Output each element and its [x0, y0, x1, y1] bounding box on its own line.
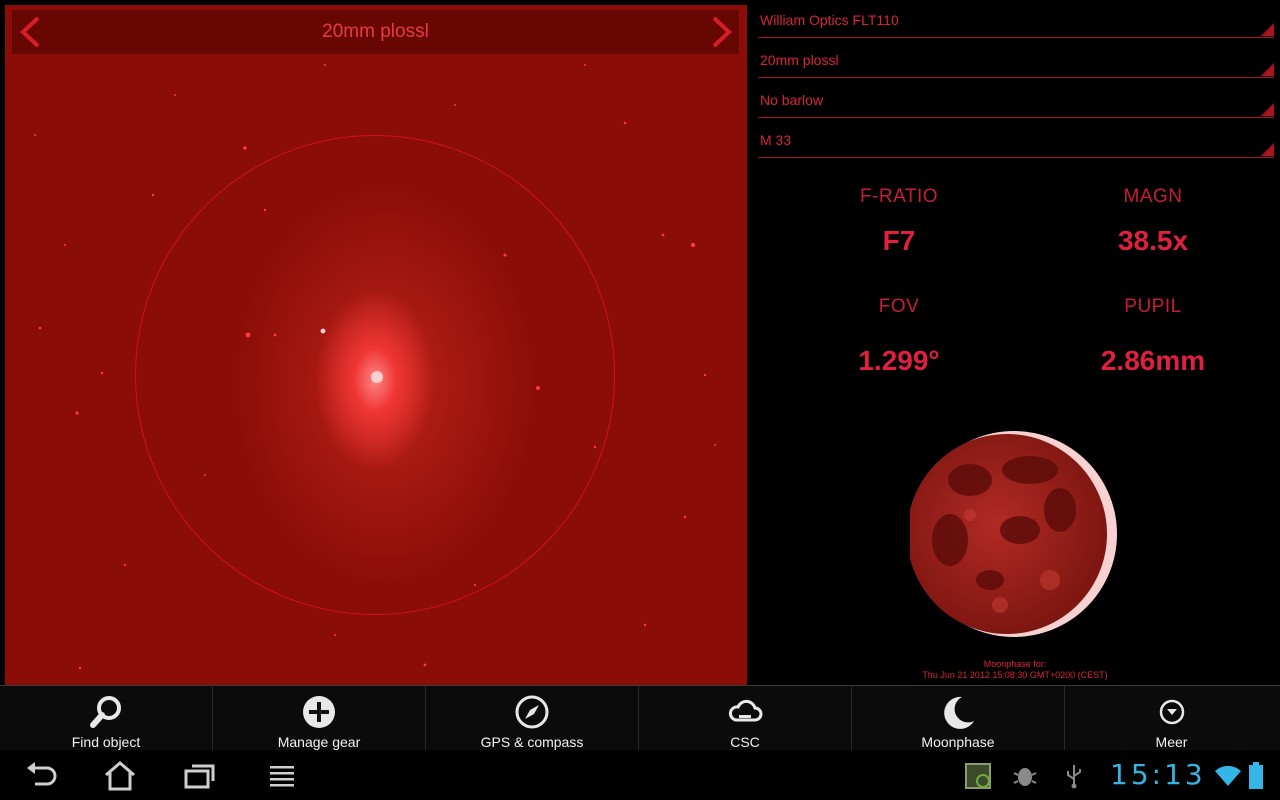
chevron-right-icon	[712, 16, 732, 48]
recent-apps-button[interactable]	[180, 760, 220, 792]
dropdown-triangle-icon	[1261, 23, 1274, 36]
eyepiece-header: 20mm plossl	[12, 10, 739, 54]
moonphase-button[interactable]: Moonphase	[852, 686, 1065, 751]
status-clock[interactable]: 15:13	[1110, 758, 1206, 791]
eyepiece-spinner[interactable]: 20mm plossl	[758, 40, 1274, 78]
dropdown-triangle-icon	[1261, 63, 1274, 76]
more-label: Meer	[1155, 734, 1188, 750]
barlow-value: No barlow	[760, 92, 824, 108]
target-value: M 33	[760, 132, 792, 148]
moon-image	[907, 430, 1118, 638]
home-icon	[105, 761, 135, 791]
compass-icon	[515, 695, 549, 729]
fov-value: 1.299°	[858, 345, 940, 376]
csc-label: CSC	[730, 734, 760, 750]
magn-value: 38.5x	[1117, 225, 1189, 256]
add-circle-icon	[303, 696, 335, 728]
fov-label: FOV	[878, 296, 920, 317]
f-ratio-value: F7	[882, 225, 916, 256]
sky-view[interactable]: 20mm plossl	[5, 5, 747, 685]
moonphase-caption-title: Moonphase for:	[983, 659, 1047, 669]
magn-label: MAGN	[1123, 186, 1183, 207]
manage-gear-label: Manage gear	[277, 734, 361, 750]
screenshot-icon	[965, 763, 991, 789]
overflow-icon	[1159, 699, 1184, 725]
battery-icon	[1249, 762, 1263, 789]
eyepiece-title: 20mm plossl	[322, 21, 429, 42]
chevron-left-icon	[20, 16, 40, 48]
target-spinner[interactable]: M 33	[758, 120, 1274, 158]
gps-compass-button[interactable]: GPS & compass	[426, 686, 639, 751]
menu-icon	[270, 766, 294, 787]
next-eyepiece-button[interactable]	[705, 15, 739, 49]
dropdown-triangle-icon	[1261, 103, 1274, 116]
moonphase-caption-date: Thu Jun 21 2012 15:08:30 GMT+0200 (CEST)	[922, 670, 1108, 680]
cloud-icon	[729, 699, 763, 722]
moon-icon	[907, 431, 1117, 637]
fov-circle	[135, 135, 615, 615]
usb-icon	[1067, 765, 1081, 789]
wifi-icon	[1215, 765, 1241, 786]
battery-status[interactable]	[1248, 762, 1264, 795]
android-debug-notification[interactable]	[1005, 760, 1045, 792]
usb-notification[interactable]	[1054, 760, 1094, 792]
pupil-value: 2.86mm	[1100, 345, 1206, 376]
pupil-label: PUPIL	[1124, 296, 1182, 317]
prev-eyepiece-button[interactable]	[13, 15, 47, 49]
telescope-spinner[interactable]: William Optics FLT110	[758, 0, 1274, 38]
back-icon	[27, 762, 57, 786]
menu-button[interactable]	[262, 760, 302, 792]
back-button[interactable]	[20, 760, 60, 792]
find-object-label: Find object	[71, 734, 141, 750]
csc-button[interactable]: CSC	[639, 686, 852, 751]
android-bug-icon	[1013, 768, 1037, 786]
f-ratio-label: F-RATIO	[859, 186, 939, 207]
telescope-value: William Optics FLT110	[760, 12, 899, 28]
search-icon	[90, 696, 121, 728]
info-panel: William Optics FLT110 20mm plossl No bar…	[750, 0, 1280, 685]
find-object-button[interactable]: Find object	[0, 686, 213, 751]
action-bar: Find object Manage gear GPS & compass CS…	[0, 685, 1280, 751]
gps-compass-label: GPS & compass	[480, 734, 584, 750]
dropdown-triangle-icon	[1261, 143, 1274, 156]
barlow-spinner[interactable]: No barlow	[758, 80, 1274, 118]
manage-gear-button[interactable]: Manage gear	[213, 686, 426, 751]
home-button[interactable]	[100, 760, 140, 792]
more-button[interactable]: Meer	[1065, 686, 1278, 751]
moon-icon	[944, 696, 974, 729]
screenshot-notification[interactable]	[958, 760, 998, 792]
wifi-status[interactable]	[1214, 764, 1242, 793]
moonphase-label: Moonphase	[921, 734, 995, 750]
recent-apps-icon	[184, 764, 215, 789]
system-bar	[0, 750, 1280, 800]
eyepiece-value: 20mm plossl	[760, 52, 839, 68]
